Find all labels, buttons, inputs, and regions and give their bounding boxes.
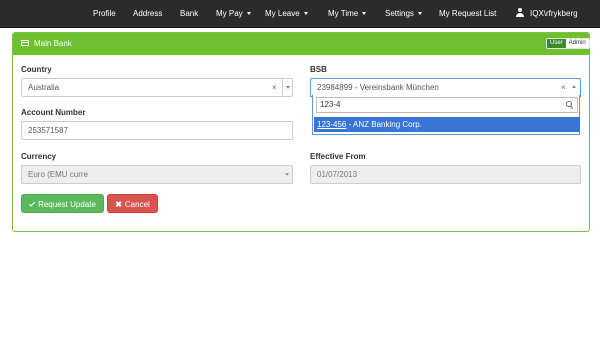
check-icon [28, 200, 36, 207]
bsb-search-input[interactable]: 123-4 [316, 97, 578, 113]
cancel-button[interactable]: ✖ Cancel [107, 194, 158, 213]
request-update-button[interactable]: Request Update [21, 194, 104, 213]
nav-settings[interactable]: Settings [385, 0, 422, 28]
nav-my-leave[interactable]: My Leave [265, 0, 308, 28]
chevron-down-icon [303, 12, 308, 16]
user-admin-toggle: User Admin [546, 38, 590, 49]
search-icon [566, 101, 573, 108]
bsb-option-text: - ANZ Banking Corp. [346, 120, 422, 129]
country-label: Country [21, 65, 52, 74]
chevron-down-icon [362, 12, 367, 16]
bsb-option[interactable]: 123-456 - ANZ Banking Corp. [314, 117, 580, 132]
nav-user-menu[interactable]: IQX\rfrykberg [515, 0, 578, 28]
user-icon [515, 8, 524, 17]
cancel-label: Cancel [124, 200, 150, 209]
nav-my-time-label: My Time [328, 9, 359, 18]
nav-settings-label: Settings [385, 9, 414, 18]
nav-my-request-list[interactable]: My Request List [439, 0, 496, 28]
account-number-value: 253571587 [28, 126, 69, 135]
clear-icon[interactable]: × [561, 79, 566, 96]
nav-profile[interactable]: Profile [93, 0, 116, 28]
chevron-down-icon[interactable] [282, 79, 292, 96]
bsb-option-match: 123-456 [317, 120, 347, 129]
chevron-up-icon[interactable] [572, 85, 576, 88]
nav-my-pay-label: My Pay [216, 9, 243, 18]
request-update-label: Request Update [38, 200, 96, 209]
country-value: Australia [28, 83, 60, 92]
nav-bank-label: Bank [180, 9, 199, 18]
nav-profile-label: Profile [93, 9, 116, 18]
credit-card-icon [21, 40, 29, 46]
chevron-down-icon [417, 12, 422, 16]
nav-my-time[interactable]: My Time [328, 0, 367, 28]
panel-header: Main Bank User Admin [13, 33, 590, 55]
close-icon: ✖ [115, 200, 122, 209]
nav-my-leave-label: My Leave [265, 9, 300, 18]
effective-from-value: 01/07/2013 [317, 170, 358, 179]
account-number-label: Account Number [21, 108, 86, 117]
currency-select: Euro (EMU curre [21, 165, 293, 184]
nav-address-label: Address [133, 9, 163, 18]
effective-from-label: Effective From [310, 152, 366, 161]
country-select[interactable]: Australia × [21, 78, 293, 97]
bsb-label: BSB [310, 65, 327, 74]
nav-my-pay[interactable]: My Pay [216, 0, 251, 28]
currency-value: Euro (EMU curre [28, 170, 89, 179]
nav-user-label: IQX\rfrykberg [530, 9, 578, 18]
account-number-field[interactable]: 253571587 [21, 121, 293, 140]
currency-label: Currency [21, 152, 57, 161]
clear-icon[interactable]: × [272, 79, 277, 96]
nav-address[interactable]: Address [133, 0, 162, 28]
chevron-down-icon [285, 173, 289, 176]
bsb-value: 23984899 - Vereinsbank München [317, 83, 439, 92]
effective-from-field: 01/07/2013 [310, 165, 581, 184]
bsb-search-value: 123-4 [320, 100, 341, 109]
toggle-user[interactable]: User [547, 39, 566, 48]
bsb-dropdown: 123-4 123-456 - ANZ Banking Corp. [312, 95, 580, 135]
top-navigation: Profile Address Bank My Pay My Leave My … [0, 0, 600, 28]
nav-my-request-list-label: My Request List [439, 9, 497, 18]
nav-bank[interactable]: Bank [180, 0, 198, 28]
toggle-admin[interactable]: Admin [565, 39, 589, 48]
chevron-down-icon [246, 12, 251, 16]
panel-title: Main Bank [34, 39, 72, 48]
